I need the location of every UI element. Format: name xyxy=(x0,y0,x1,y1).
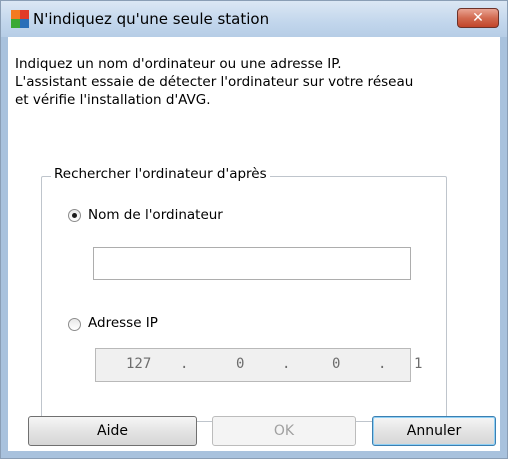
ip-separator-1: . xyxy=(180,356,189,372)
ip-address-label[interactable]: Adresse IP xyxy=(88,315,158,331)
window-title: N'indiquez qu'une seule station xyxy=(33,10,270,28)
intro-line-2: L'assistant essaie de détecter l'ordinat… xyxy=(15,74,414,90)
ip-separator-3: . xyxy=(378,356,387,372)
ok-button[interactable]: OK xyxy=(212,416,356,446)
cancel-button[interactable]: Annuler xyxy=(372,416,496,446)
ip-octet-1: 127 xyxy=(126,356,152,372)
ip-octet-4: 1 xyxy=(414,356,423,372)
close-button[interactable]: ✕ xyxy=(457,8,499,28)
avg-logo-icon xyxy=(11,10,29,28)
computer-name-radio[interactable] xyxy=(68,209,81,222)
dialog-window: N'indiquez qu'une seule station ✕ Indiqu… xyxy=(0,0,508,459)
ip-octet-3: 0 xyxy=(332,356,341,372)
ip-address-field: 127 . 0 . 0 . xyxy=(95,348,411,382)
radio-selected-dot xyxy=(72,213,77,218)
dialog-content: Indiquez un nom d'ordinateur ou une adre… xyxy=(8,37,500,451)
intro-line-3: et vérifie l'installation d'AVG. xyxy=(15,92,211,108)
intro-text: Indiquez un nom d'ordinateur ou une adre… xyxy=(15,55,495,109)
intro-line-1: Indiquez un nom d'ordinateur ou une adre… xyxy=(15,56,342,72)
close-icon: ✕ xyxy=(472,10,484,26)
computer-name-input[interactable] xyxy=(93,247,411,280)
computer-name-label[interactable]: Nom de l'ordinateur xyxy=(88,207,223,223)
help-button[interactable]: Aide xyxy=(28,416,197,446)
search-group-legend: Rechercher l'ordinateur d'après xyxy=(51,166,270,182)
ip-separator-2: . xyxy=(282,356,291,372)
ip-octet-2: 0 xyxy=(236,356,245,372)
title-bar[interactable]: N'indiquez qu'une seule station ✕ xyxy=(1,1,507,37)
ip-address-radio[interactable] xyxy=(68,318,81,331)
